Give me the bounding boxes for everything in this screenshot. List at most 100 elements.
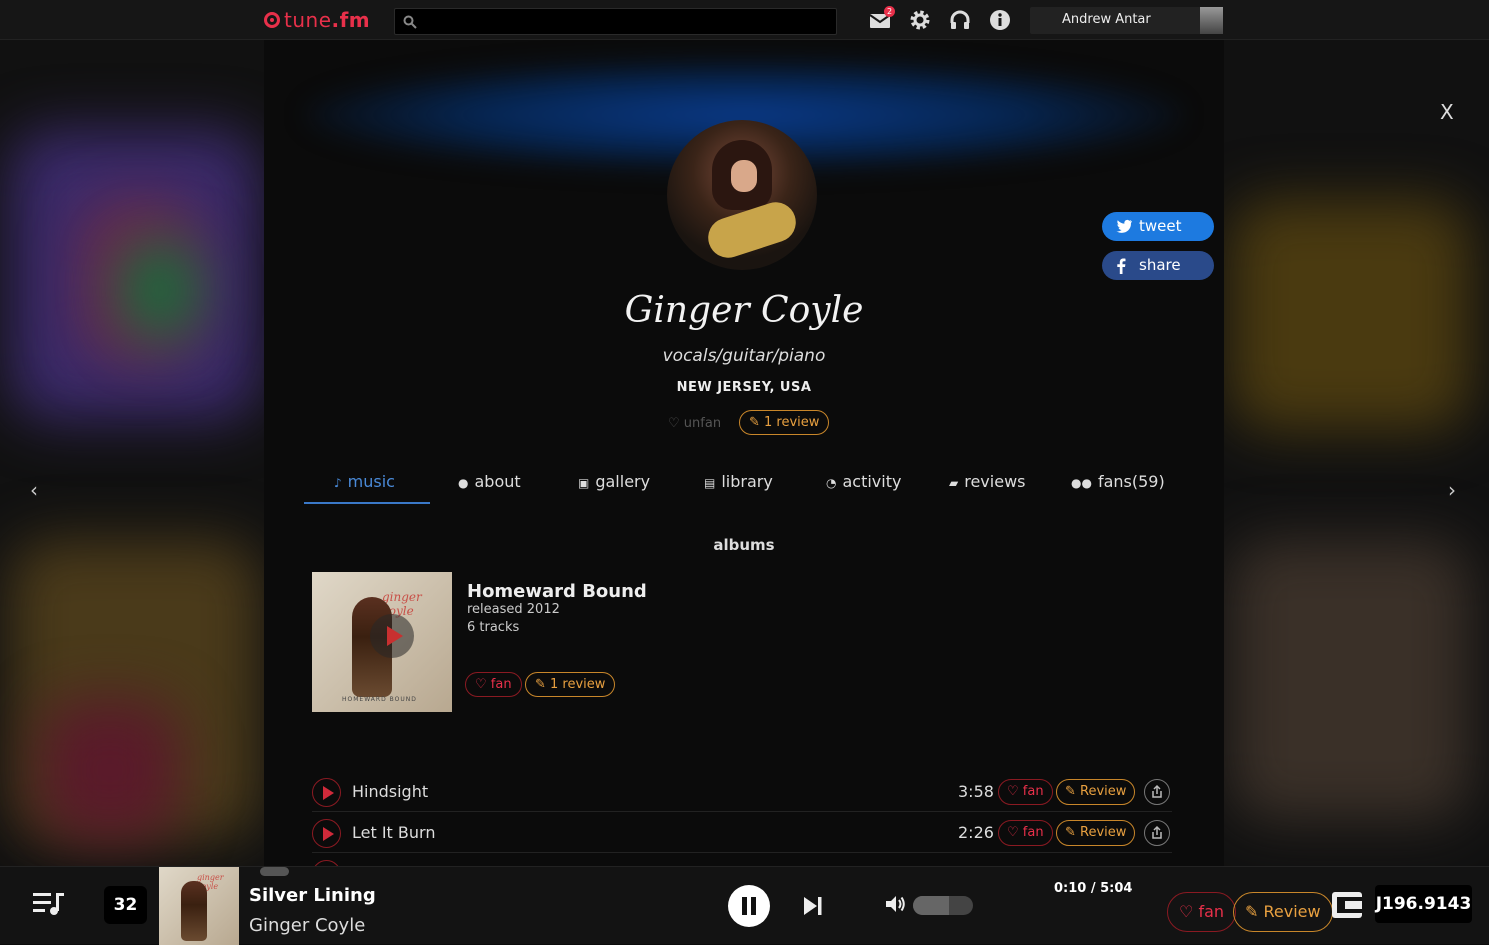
- tab-label: gallery: [595, 472, 651, 491]
- track-row[interactable]: Let It Burn 2:26 ♡ fan ✎ Review: [312, 813, 1172, 853]
- now-playing-artist[interactable]: Ginger Coyle: [249, 915, 365, 936]
- track-row-partial[interactable]: [312, 854, 1172, 866]
- track-review-button[interactable]: ✎ Review: [1056, 779, 1136, 805]
- profile-tabs: ♪ music ● about ▣ gallery ▤ library ◔ activit…: [304, 472, 1184, 506]
- queue-count[interactable]: 32: [104, 886, 147, 924]
- playback-time: 0:10 / 5:04: [1054, 881, 1133, 896]
- facebook-icon: [1117, 258, 1126, 274]
- album-title[interactable]: Homeward Bound: [467, 581, 647, 602]
- album-cover[interactable]: ginger coyle HOMEWARD BOUND: [312, 572, 452, 712]
- share-label: share: [1139, 256, 1181, 274]
- album-fan-button[interactable]: ♡ fan: [465, 672, 522, 697]
- artist-avatar: [667, 120, 817, 270]
- review-icon: ▰: [949, 476, 959, 490]
- track-row[interactable]: Hindsight 3:58 ♡ fan ✎ Review: [312, 772, 1172, 812]
- headphones-icon[interactable]: [949, 9, 971, 31]
- tab-label: activity: [842, 472, 902, 491]
- info-icon[interactable]: [989, 9, 1011, 31]
- skip-next-icon[interactable]: [803, 896, 823, 916]
- tab-label: about: [474, 472, 521, 491]
- tunefm-logo[interactable]: tune.fm: [264, 8, 370, 32]
- player-review-button[interactable]: ✎ Review: [1233, 892, 1333, 932]
- share-icon[interactable]: [1144, 820, 1170, 846]
- pause-button[interactable]: [728, 885, 770, 927]
- tweet-button[interactable]: tweet: [1102, 212, 1214, 241]
- album-play-icon[interactable]: [370, 614, 414, 658]
- track-fan-button[interactable]: ♡ fan: [998, 779, 1053, 805]
- user-menu[interactable]: Andrew Antar: [1030, 7, 1223, 34]
- tab-library[interactable]: ▤ library: [704, 472, 773, 506]
- play-track-icon[interactable]: [312, 819, 341, 848]
- album-review-button[interactable]: ✎ 1 review: [525, 672, 616, 697]
- people-icon: ●●: [1071, 476, 1092, 490]
- search-input[interactable]: [394, 8, 837, 35]
- close-button[interactable]: X: [1440, 100, 1454, 124]
- volume-slider[interactable]: [913, 896, 973, 915]
- logo-suffix: .fm: [331, 8, 371, 32]
- mail-badge: 2: [884, 6, 895, 17]
- album-cover-subtitle: HOMEWARD BOUND: [342, 696, 417, 703]
- track-name: Hindsight: [352, 782, 429, 801]
- now-playing-song[interactable]: Silver Lining: [249, 885, 376, 906]
- gear-icon[interactable]: [909, 9, 931, 31]
- user-avatar: [1200, 7, 1223, 34]
- image-icon: ▣: [578, 476, 590, 490]
- track-fan-label: fan: [1022, 825, 1044, 840]
- track-duration: 3:58: [958, 782, 994, 801]
- tab-label: library: [721, 472, 773, 491]
- tab-label: music: [347, 472, 395, 491]
- tab-about[interactable]: ● about: [458, 472, 521, 506]
- volume-slider-fill: [913, 896, 949, 915]
- track-review-label: Review: [1080, 784, 1127, 799]
- share-glyph: [1152, 825, 1162, 839]
- avatar-face: [731, 160, 757, 192]
- wallet-icon[interactable]: [1332, 892, 1362, 918]
- token-balance[interactable]: J196.9143: [1375, 885, 1472, 923]
- queue-icon[interactable]: [33, 891, 65, 917]
- track-review-button[interactable]: ✎ Review: [1056, 820, 1136, 846]
- artist-review-label: 1 review: [764, 415, 820, 430]
- bg-blob: [120, 240, 200, 340]
- unfan-label: unfan: [683, 416, 722, 431]
- prev-arrow-icon[interactable]: ‹: [30, 478, 38, 502]
- albums-heading: albums: [713, 536, 775, 554]
- volume-icon[interactable]: [886, 895, 906, 913]
- tab-activity[interactable]: ◔ activity: [826, 472, 901, 506]
- next-arrow-icon[interactable]: ›: [1448, 478, 1456, 502]
- active-tab-underline: [304, 502, 430, 504]
- share-icon[interactable]: [1144, 779, 1170, 805]
- search-icon: [403, 15, 417, 29]
- track-duration: 2:26: [958, 823, 994, 842]
- track-fan-button[interactable]: ♡ fan: [998, 820, 1053, 846]
- now-playing-cover[interactable]: ginger coyle: [159, 867, 239, 945]
- player-fan-button[interactable]: ♡ fan: [1167, 892, 1237, 932]
- track-fan-label: fan: [1022, 784, 1044, 799]
- user-name: Andrew Antar: [1062, 12, 1151, 27]
- twitter-icon: [1116, 219, 1132, 233]
- logo-icon: [264, 12, 280, 28]
- tab-reviews[interactable]: ▰ reviews: [949, 472, 1025, 506]
- artist-review-button[interactable]: ✎ 1 review: [739, 410, 830, 435]
- tab-gallery[interactable]: ▣ gallery: [578, 472, 650, 506]
- tab-fans[interactable]: ●● fans(59): [1071, 472, 1165, 506]
- library-icon: ▤: [704, 476, 716, 490]
- player-review-label: Review: [1263, 902, 1321, 921]
- track-name: Let It Burn: [352, 823, 436, 842]
- tab-music[interactable]: ♪ music: [334, 472, 395, 506]
- tab-label: fans(59): [1097, 472, 1165, 491]
- track-review-label: Review: [1080, 825, 1127, 840]
- bg-blob: [40, 700, 180, 840]
- artist-name: Ginger Coyle: [624, 290, 864, 331]
- bg-blob: [1230, 200, 1470, 430]
- play-track-icon[interactable]: [312, 778, 341, 807]
- person-icon: ●: [458, 476, 469, 490]
- album-fan-label: fan: [490, 677, 512, 692]
- artist-role: vocals/guitar/piano: [662, 346, 826, 366]
- unfan-button[interactable]: ♡ unfan: [668, 416, 721, 431]
- drag-handle[interactable]: [260, 867, 289, 876]
- facebook-share-button[interactable]: share: [1102, 251, 1214, 280]
- now-playing-cover-figure: [181, 881, 207, 941]
- tweet-label: tweet: [1139, 217, 1182, 235]
- music-note-icon: ♪: [334, 476, 342, 490]
- player-bar: 32 ginger coyle Silver Lining Ginger Coy…: [0, 866, 1489, 945]
